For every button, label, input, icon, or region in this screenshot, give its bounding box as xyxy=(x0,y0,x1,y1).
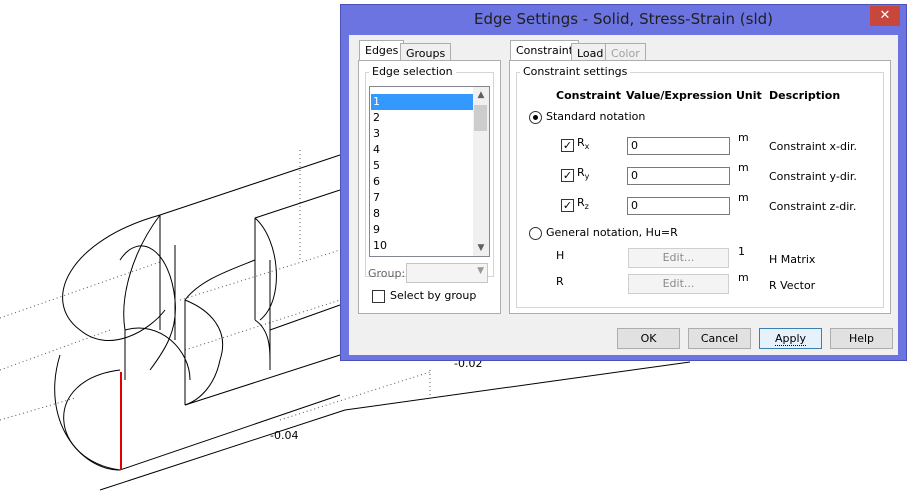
edge-settings-dialog: Edge Settings - Solid, Stress-Strain (sl… xyxy=(340,4,907,361)
header-value: Value/Expression xyxy=(626,89,733,102)
dialog-client: Edges Groups Edge selection 1 2 3 4 5 6 … xyxy=(349,35,898,355)
rz-checkbox[interactable]: ✓ xyxy=(561,199,574,212)
apply-button[interactable]: Apply xyxy=(759,328,822,349)
r-label: R xyxy=(556,275,564,288)
list-item[interactable]: 6 xyxy=(371,174,473,190)
ry-unit: m xyxy=(738,161,749,174)
constraint-settings-title: Constraint settings xyxy=(520,65,631,78)
rz-value-input[interactable]: 0 xyxy=(627,197,730,215)
select-by-group-checkbox[interactable] xyxy=(372,290,385,303)
edge-list[interactable]: 1 2 3 4 5 6 7 8 9 10 ▲ ▼ xyxy=(369,86,490,257)
header-description: Description xyxy=(769,89,841,102)
dialog-title: Edge Settings - Solid, Stress-Strain (sl… xyxy=(473,10,773,28)
rx-label: Rx xyxy=(577,136,590,152)
ok-button[interactable]: OK xyxy=(617,328,680,349)
help-button[interactable]: Help xyxy=(830,328,893,349)
h-label: H xyxy=(556,249,565,262)
rz-unit: m xyxy=(738,191,749,204)
axis-label-b: -0.04 xyxy=(270,429,299,442)
r-unit: m xyxy=(738,271,749,284)
list-item[interactable]: 1 xyxy=(371,94,473,110)
group-select[interactable]: ▼ xyxy=(406,263,488,283)
rz-label: Rz xyxy=(577,196,589,212)
list-item[interactable]: 2 xyxy=(371,110,473,126)
edge-list-scrollbar[interactable]: ▲ ▼ xyxy=(473,87,489,256)
general-notation-label: General notation, Hu=R xyxy=(546,226,678,239)
scroll-thumb[interactable] xyxy=(474,105,487,131)
h-edit-button: Edit... xyxy=(628,248,729,268)
rx-description: Constraint x-dir. xyxy=(769,140,858,153)
ry-description: Constraint y-dir. xyxy=(769,170,857,183)
group-label: Group: xyxy=(368,267,406,280)
tab-constraint[interactable]: Constraint xyxy=(510,40,580,61)
close-icon[interactable]: ✕ xyxy=(870,6,900,26)
edges-panel: Edge selection 1 2 3 4 5 6 7 8 9 10 ▲ ▼ … xyxy=(358,60,501,314)
h-description: H Matrix xyxy=(769,253,816,266)
list-item[interactable]: 5 xyxy=(371,158,473,174)
tab-edges[interactable]: Edges xyxy=(359,40,405,61)
constraint-settings-group xyxy=(516,72,884,308)
edge-selection-title: Edge selection xyxy=(369,65,456,78)
list-item[interactable]: 10 xyxy=(371,238,473,254)
h-unit: 1 xyxy=(738,245,745,258)
rx-value-input[interactable]: 0 xyxy=(627,137,730,155)
header-unit: Unit xyxy=(736,89,762,102)
chevron-down-icon[interactable]: ▼ xyxy=(473,240,489,256)
chevron-down-icon: ▼ xyxy=(477,266,484,276)
ry-checkbox[interactable]: ✓ xyxy=(561,169,574,182)
list-item[interactable]: 4 xyxy=(371,142,473,158)
rz-description: Constraint z-dir. xyxy=(769,200,857,213)
chevron-up-icon[interactable]: ▲ xyxy=(473,87,489,103)
select-by-group-label: Select by group xyxy=(390,289,477,302)
list-item[interactable]: 7 xyxy=(371,190,473,206)
rx-unit: m xyxy=(738,131,749,144)
list-item[interactable]: 9 xyxy=(371,222,473,238)
ry-label: Ry xyxy=(577,166,590,182)
ry-value-input[interactable]: 0 xyxy=(627,167,730,185)
header-constraint: Constraint xyxy=(556,89,621,102)
list-item[interactable]: 8 xyxy=(371,206,473,222)
rx-checkbox[interactable]: ✓ xyxy=(561,139,574,152)
r-edit-button: Edit... xyxy=(628,274,729,294)
list-item[interactable]: 3 xyxy=(371,126,473,142)
cancel-button[interactable]: Cancel xyxy=(688,328,751,349)
standard-notation-radio[interactable] xyxy=(529,111,542,124)
general-notation-radio[interactable] xyxy=(529,227,542,240)
r-description: R Vector xyxy=(769,279,816,292)
constraint-panel: Constraint settings Constraint Value/Exp… xyxy=(509,60,891,314)
standard-notation-label: Standard notation xyxy=(546,110,646,123)
